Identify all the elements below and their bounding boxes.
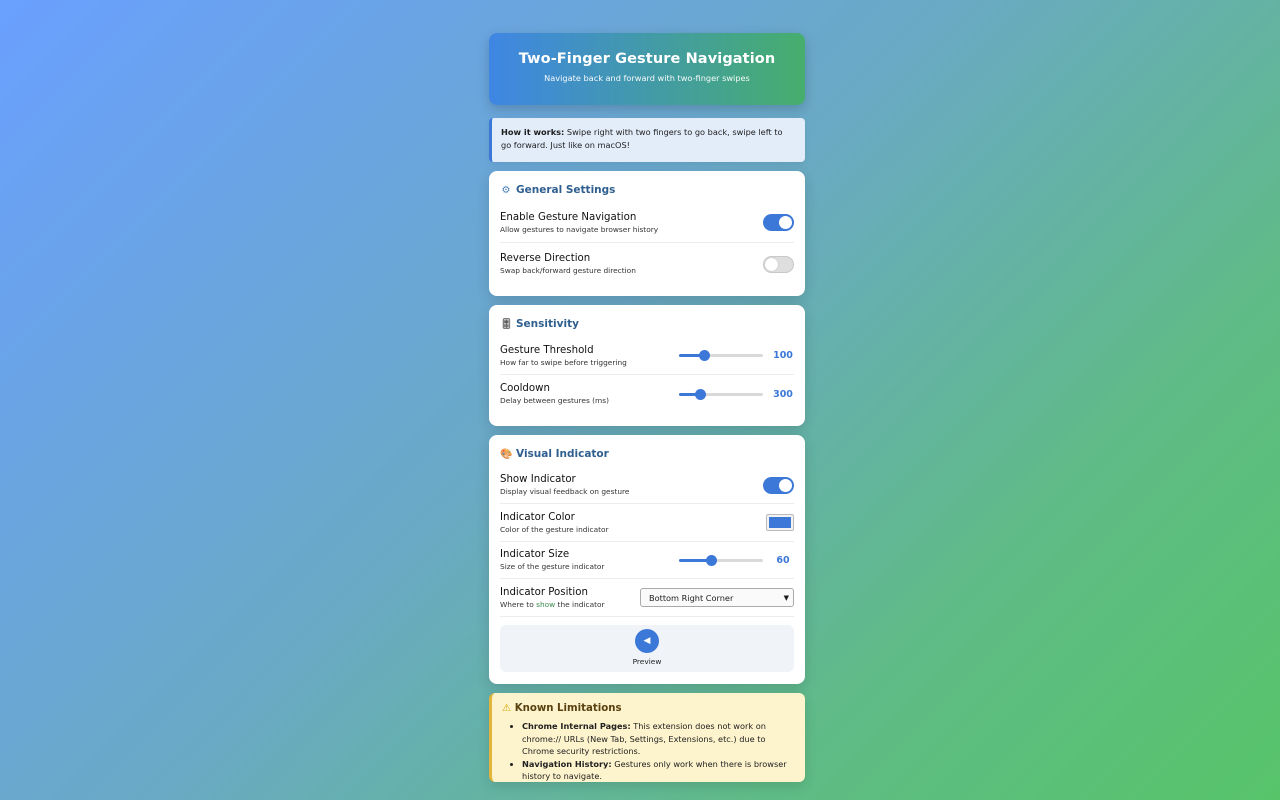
warning-icon: ⚠	[502, 703, 512, 714]
indicator-color-desc: Color of the gesture indicator	[500, 524, 609, 534]
threshold-value: 100	[773, 350, 793, 361]
indicator-size-desc: Size of the gesture indicator	[500, 562, 605, 571]
item-bold: Chrome Internal Pages:	[522, 721, 631, 731]
known-limitations-box: ⚠ Known Limitations Chrome Internal Page…	[489, 693, 805, 782]
visual-indicator-label: Visual Indicator	[516, 448, 609, 460]
enable-gesture-label: Enable Gesture Navigation	[500, 211, 637, 223]
slider-thumb[interactable]	[705, 554, 717, 566]
toggle-knob	[765, 257, 778, 271]
indicator-position-desc: Where to show the indicator	[500, 600, 605, 609]
threshold-desc: How far to swipe before triggering	[500, 357, 627, 367]
enable-gesture-toggle[interactable]	[763, 214, 794, 231]
gear-icon: ⚙	[501, 184, 511, 196]
color-swatch	[769, 517, 791, 528]
cooldown-label: Cooldown	[500, 383, 550, 394]
visual-indicator-card: 🎨 Visual Indicator Show Indicator Displa…	[489, 435, 805, 684]
preview-label: Preview	[632, 657, 662, 666]
list-item: Chrome Internal Pages: This extension do…	[522, 720, 795, 758]
show-indicator-desc: Display visual feedback on gesture	[500, 487, 630, 496]
selected-position: Bottom Right Corner	[649, 592, 734, 603]
indicator-position-select[interactable]: Bottom Right Corner ▼	[640, 588, 794, 607]
general-settings-label: General Settings	[516, 184, 616, 196]
palette-icon: 🎨	[500, 448, 513, 460]
reverse-direction-row: Reverse Direction Swap back/forward gest…	[500, 243, 794, 285]
general-settings-title: ⚙ General Settings	[500, 183, 794, 197]
limitations-list: Chrome Internal Pages: This extension do…	[502, 720, 795, 783]
indicator-position-label: Indicator Position	[500, 586, 588, 598]
indicator-size-slider[interactable]	[679, 554, 763, 566]
slider-icon: 🎚	[500, 318, 513, 330]
desc-pre: Where to	[500, 599, 537, 609]
sensitivity-title: 🎚 Sensitivity	[500, 317, 794, 331]
cooldown-value: 300	[773, 388, 793, 400]
page-subtitle: Navigate back and forward with two-finge…	[544, 73, 750, 83]
desc-highlight: show	[536, 599, 556, 609]
reverse-direction-toggle[interactable]	[763, 255, 794, 273]
how-it-works-note: How it works: Swipe right with two finge…	[489, 118, 805, 162]
indicator-size-row: Indicator Size Size of the gesture indic…	[500, 542, 794, 579]
show-indicator-toggle[interactable]	[763, 476, 794, 494]
indicator-size-value: 60	[776, 554, 790, 566]
list-item: Navigation History: Gestures only work w…	[522, 758, 795, 783]
show-indicator-label: Show Indicator	[500, 474, 576, 485]
general-settings-card: ⚙ General Settings Enable Gesture Naviga…	[489, 171, 805, 296]
enable-gesture-row: Enable Gesture Navigation Allow gestures…	[500, 203, 794, 243]
toggle-knob	[779, 478, 792, 492]
threshold-row: Gesture Threshold How far to swipe befor…	[500, 337, 794, 375]
cooldown-desc: Delay between gestures (ms)	[500, 396, 609, 405]
page-title: Two-Finger Gesture Navigation	[518, 51, 776, 67]
chevron-down-icon: ▼	[783, 593, 789, 602]
header-banner: Two-Finger Gesture Navigation Navigate b…	[489, 33, 805, 105]
indicator-size-label: Indicator Size	[500, 549, 570, 560]
cooldown-row: Cooldown Delay between gestures (ms) 300	[500, 375, 794, 413]
visual-indicator-title: 🎨 Visual Indicator	[500, 447, 794, 461]
cooldown-slider[interactable]	[679, 388, 763, 400]
sensitivity-label: Sensitivity	[516, 318, 579, 330]
indicator-color-label: Indicator Color	[500, 511, 575, 523]
slider-thumb[interactable]	[695, 388, 706, 400]
slider-thumb[interactable]	[699, 350, 711, 361]
sensitivity-card: 🎚 Sensitivity Gesture Threshold How far …	[489, 305, 805, 426]
left-arrow-icon: ◀	[635, 629, 659, 653]
limitations-title: ⚠ Known Limitations	[502, 703, 795, 714]
indicator-preview: ◀ Preview	[500, 625, 794, 672]
show-indicator-row: Show Indicator Display visual feedback o…	[500, 467, 794, 504]
item-bold: Navigation History:	[522, 758, 612, 769]
desc-post: the indicator	[555, 599, 605, 609]
reverse-direction-label: Reverse Direction	[500, 253, 591, 264]
reverse-direction-desc: Swap back/forward gesture direction	[500, 266, 636, 275]
indicator-color-picker[interactable]	[766, 514, 794, 531]
info-bold: How it works:	[501, 127, 565, 137]
threshold-label: Gesture Threshold	[500, 344, 594, 356]
toggle-knob	[779, 216, 792, 229]
threshold-slider[interactable]	[679, 350, 763, 361]
indicator-position-row: Indicator Position Where to show the ind…	[500, 579, 794, 617]
enable-gesture-desc: Allow gestures to navigate browser histo…	[500, 224, 659, 234]
settings-column: Two-Finger Gesture Navigation Navigate b…	[489, 33, 805, 782]
indicator-color-row: Indicator Color Color of the gesture ind…	[500, 504, 794, 542]
limitations-label: Known Limitations	[514, 703, 622, 714]
